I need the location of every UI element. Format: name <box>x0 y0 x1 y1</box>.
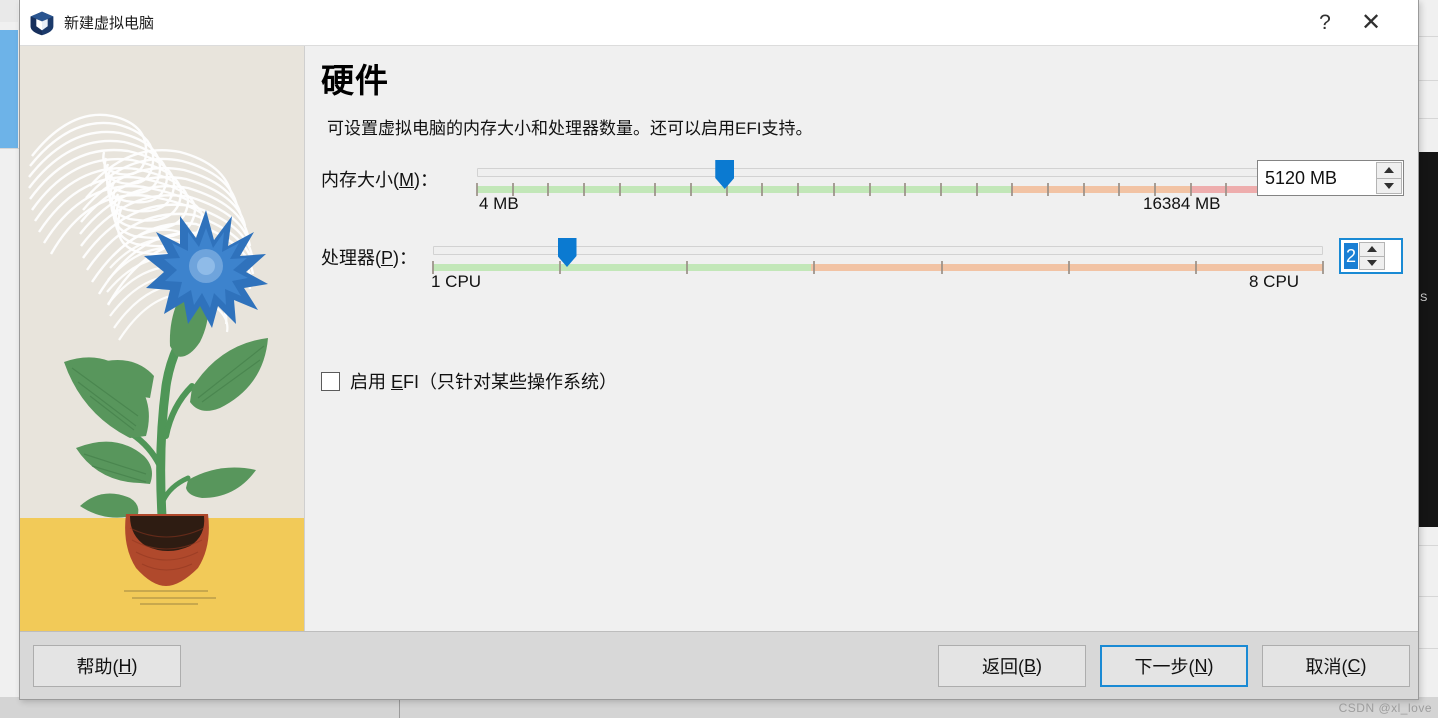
slider-tick <box>654 183 657 196</box>
memory-slider-track[interactable] <box>477 168 1262 177</box>
window-title: 新建虚拟电脑 <box>64 15 155 32</box>
slider-tick <box>868 183 871 196</box>
slider-tick <box>813 261 816 274</box>
backdrop-divider <box>1419 36 1438 37</box>
slider-tick <box>761 183 764 196</box>
memory-size-row: 内存大小(M)： 4 MB 16384 MB 5120 MB <box>305 154 1418 214</box>
flower-illustration-art <box>28 113 268 605</box>
memory-increment-button[interactable] <box>1376 162 1402 179</box>
slider-tick <box>686 261 689 274</box>
arrow-up-icon <box>1384 167 1394 174</box>
slider-tick <box>559 261 562 274</box>
backdrop-bottom-panel <box>0 697 1438 718</box>
memory-slider-green-segment <box>477 186 1011 193</box>
slider-tick <box>904 183 907 196</box>
backdrop-divider <box>1419 648 1438 649</box>
slider-tick <box>832 183 835 196</box>
slider-tick <box>1118 183 1121 196</box>
slider-tick <box>1011 183 1014 196</box>
slider-tick <box>1067 261 1070 274</box>
slider-tick <box>939 183 942 196</box>
memory-spinner-buttons <box>1376 162 1402 194</box>
memory-size-value[interactable]: 5120 MB <box>1258 161 1375 195</box>
backdrop-selected-row-strip <box>0 30 18 148</box>
title-bar: 新建虚拟电脑 ? ✕ <box>20 0 1418 46</box>
slider-tick <box>940 261 943 274</box>
close-icon[interactable]: ✕ <box>1348 1 1394 45</box>
memory-size-spinbox[interactable]: 5120 MB <box>1257 160 1404 196</box>
processor-spinner-buttons <box>1359 242 1386 270</box>
new-vm-wizard-dialog: 新建虚拟电脑 ? ✕ 硬件 可设置虚拟电脑的内存大小和处理器数量。还可以启用EF… <box>19 0 1419 700</box>
help-button-footer[interactable]: 帮助(H) <box>33 645 181 687</box>
watermark: CSDN @xl_love <box>1338 701 1432 715</box>
dialog-footer: 帮助(H) 返回(B) 下一步(N) 取消(C) <box>20 631 1418 699</box>
backdrop-divider <box>1419 545 1438 546</box>
processor-count-slider[interactable] <box>432 238 1324 278</box>
processor-min-label: 1 CPU <box>431 272 482 291</box>
memory-slider-orange-segment <box>1010 186 1192 193</box>
slider-tick <box>1046 183 1049 196</box>
processor-count-row: 处理器(P)： 1 CPU 8 CPU 2 <box>305 232 1418 292</box>
slider-tick <box>1225 183 1228 196</box>
slider-tick <box>1082 183 1085 196</box>
memory-slider-handle[interactable] <box>715 160 735 189</box>
backdrop-divider <box>1419 118 1438 119</box>
page-title: 硬件 <box>321 62 389 99</box>
title-bar-buttons: ? ✕ <box>1302 0 1418 45</box>
processor-slider-green-segment <box>433 264 812 271</box>
slider-tick <box>975 183 978 196</box>
memory-min-label: 4 MB <box>479 194 519 213</box>
back-button[interactable]: 返回(B) <box>938 645 1086 687</box>
processor-increment-button[interactable] <box>1359 242 1386 257</box>
help-button[interactable]: ? <box>1302 1 1348 45</box>
memory-size-label: 内存大小(M)： <box>321 170 438 190</box>
page-description: 可设置虚拟电脑的内存大小和处理器数量。还可以启用EFI支持。 <box>327 119 813 138</box>
slider-tick <box>690 183 693 196</box>
slider-tick <box>583 183 586 196</box>
dialog-body: 硬件 可设置虚拟电脑的内存大小和处理器数量。还可以启用EFI支持。 内存大小(M… <box>20 46 1418 631</box>
enable-efi-row[interactable]: 启用 EFI（只针对某些操作系统） <box>321 368 617 394</box>
backdrop-divider <box>1419 80 1438 81</box>
enable-efi-checkbox[interactable] <box>321 371 340 391</box>
slider-tick <box>547 183 550 196</box>
arrow-down-icon <box>1384 182 1394 189</box>
next-button[interactable]: 下一步(N) <box>1100 645 1248 687</box>
arrow-down-icon <box>1367 259 1378 266</box>
cancel-button[interactable]: 取消(C) <box>1262 645 1410 687</box>
backdrop-controller-row: 控制器：SATA <box>400 700 640 718</box>
backdrop-preview-label: S <box>1420 292 1428 304</box>
processor-decrement-button[interactable] <box>1359 256 1386 270</box>
wizard-illustration <box>20 46 305 631</box>
slider-tick <box>476 183 478 196</box>
backdrop-strip-top <box>0 0 18 22</box>
memory-decrement-button[interactable] <box>1376 178 1402 194</box>
backdrop-preview-panel: S <box>1419 152 1438 527</box>
wizard-content: 硬件 可设置虚拟电脑的内存大小和处理器数量。还可以启用EFI支持。 内存大小(M… <box>305 46 1418 631</box>
backdrop-divider <box>0 148 19 149</box>
processor-count-value[interactable]: 2 <box>1344 243 1359 269</box>
processor-label: 处理器(P)： <box>321 248 418 268</box>
enable-efi-label: 启用 EFI（只针对某些操作系统） <box>350 372 618 392</box>
processor-count-spinbox[interactable]: 2 <box>1339 238 1403 274</box>
slider-tick <box>1322 261 1324 274</box>
backdrop-divider <box>1419 596 1438 597</box>
memory-max-label: 16384 MB <box>1143 194 1221 213</box>
processor-max-label: 8 CPU <box>1249 272 1300 291</box>
arrow-up-icon <box>1367 246 1378 253</box>
slider-tick <box>797 183 800 196</box>
slider-tick <box>1194 261 1197 274</box>
virtualbox-cube-icon <box>30 11 54 35</box>
slider-tick <box>618 183 621 196</box>
